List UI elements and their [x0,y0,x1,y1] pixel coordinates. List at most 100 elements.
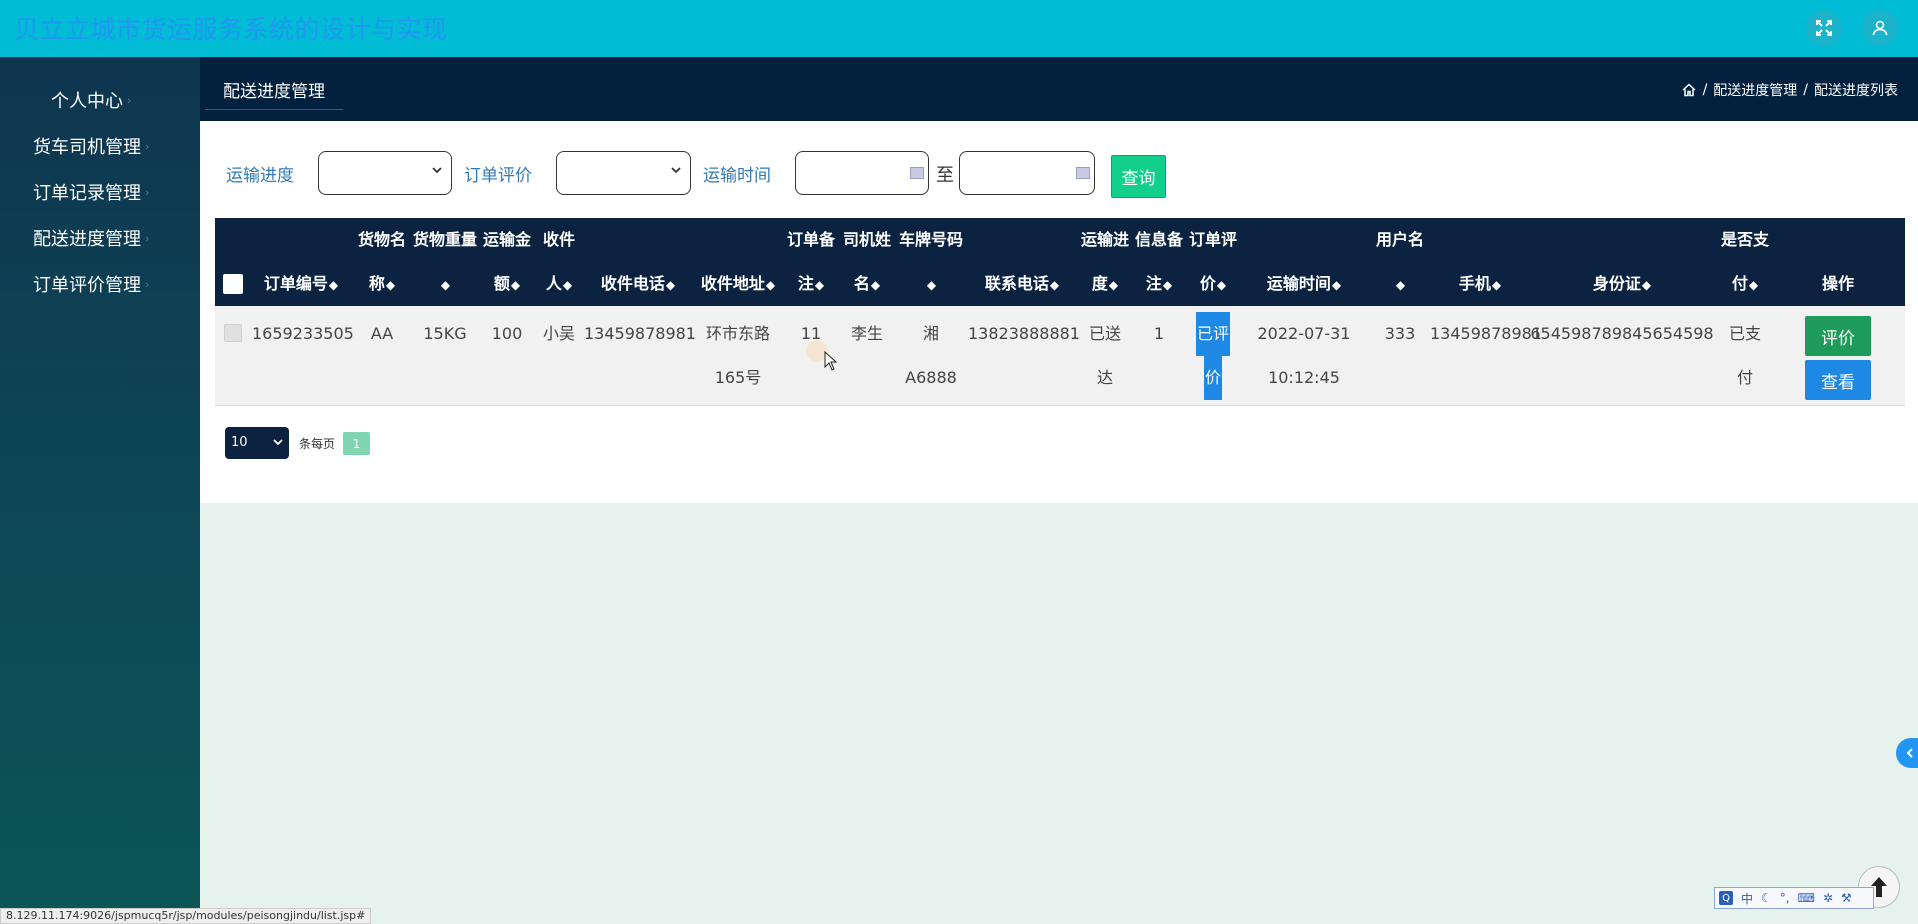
col-driver[interactable]: 名◆ [840,262,894,307]
sidebar-item-order-records[interactable]: 订单记录管理 › [0,172,200,212]
col-rating[interactable]: 价◆ [1186,262,1240,307]
col-label: 注 [797,274,814,293]
page-number-1[interactable]: 1 [343,432,370,455]
sort-icon[interactable]: ◆ [666,278,675,292]
top-bar: 贝立立城市货运服务系统的设计与实现 [0,0,1918,57]
range-to-label: 至 [936,165,954,186]
sort-icon[interactable]: ◆ [1109,278,1118,292]
sort-icon[interactable]: ◆ [1332,278,1341,292]
progress-select[interactable] [318,151,452,195]
breadcrumb-separator: / [1702,82,1708,98]
keyboard-icon[interactable]: ⌨ [1798,891,1815,905]
sort-icon[interactable]: ◆ [441,278,450,292]
status-bar-url: 8.129.11.174:9026/jspmucq5r/jsp/modules/… [0,908,372,924]
cell-progress-line2: 达 [1096,368,1113,387]
col-label: 注 [1145,274,1162,293]
calendar-icon[interactable] [910,167,924,179]
sidebar-item-personal-center[interactable]: 个人中心 › [0,80,200,120]
cell-rating-line1: 已评 [1186,312,1240,356]
col-recipient[interactable]: 人◆ [536,262,582,307]
cell-mobile: 13459878981 [1430,324,1542,343]
col-username[interactable]: ◆ [1368,262,1432,307]
cell-address-line2: 165号 [714,368,762,387]
query-button[interactable]: 查询 [1111,155,1166,198]
col-paid[interactable]: 付◆ [1718,262,1772,307]
chevron-right-icon: › [127,93,132,107]
collapse-toggle[interactable] [1896,738,1918,768]
fullscreen-button[interactable] [1806,10,1842,46]
sort-icon[interactable]: ◆ [871,278,880,292]
col-recipient-phone[interactable]: 收件电话◆ [584,262,692,307]
ime-toolbar[interactable]: Q 中 ☾ °, ⌨ ✲ ⚒ [1714,887,1874,909]
sidebar-item-delivery-progress[interactable]: 配送进度管理 › [0,218,200,258]
col-label: 收件地址 [700,274,765,293]
col-weight[interactable]: ◆ [410,262,480,307]
home-icon[interactable] [1681,82,1697,98]
sort-icon[interactable]: ◆ [1163,278,1172,292]
col-mobile[interactable]: 手机◆ [1434,262,1526,307]
sort-icon[interactable]: ◆ [927,278,936,292]
col-driver-l1: 司机姓 [842,230,891,249]
sidebar-item-order-ratings[interactable]: 订单评价管理 › [0,264,200,304]
sort-icon[interactable]: ◆ [815,278,824,292]
ime-mode-label[interactable]: 中 [1741,890,1753,907]
evaluate-button[interactable]: 评价 [1805,316,1871,356]
col-goods-name[interactable]: 称◆ [356,262,408,307]
col-label: 价 [1199,274,1216,293]
cell-recipient: 小吴 [542,324,575,343]
calendar-icon[interactable] [1076,167,1090,179]
sort-icon[interactable]: ◆ [766,278,775,292]
col-label: 收件电话 [600,274,665,293]
settings-icon[interactable]: ✲ [1823,891,1833,905]
ime-logo-icon: Q [1719,891,1733,905]
col-label: 联系电话 [984,274,1049,293]
col-label: 运输时间 [1266,274,1331,293]
rating-select[interactable] [556,151,691,195]
wrench-icon[interactable]: ⚒ [1841,891,1852,905]
col-plate[interactable]: ◆ [896,262,966,307]
col-transport-time[interactable]: 运输时间◆ [1242,262,1366,307]
sort-icon[interactable]: ◆ [1642,278,1651,292]
row-checkbox[interactable] [224,324,242,342]
col-amount[interactable]: 额◆ [480,262,534,307]
chevron-down-icon [432,167,442,174]
select-all-checkbox[interactable] [223,274,243,294]
col-order-no[interactable]: 订单编号◆ [252,262,350,307]
sort-icon[interactable]: ◆ [563,278,572,292]
sort-icon[interactable]: ◆ [1492,278,1501,292]
punctuation-icon[interactable]: °, [1780,891,1790,905]
sort-icon[interactable]: ◆ [511,278,520,292]
user-icon [1872,20,1888,36]
progress-filter-label: 运输进度 [226,166,294,186]
tab-delivery-progress[interactable]: 配送进度管理 [205,70,343,110]
col-id-card[interactable]: 身份证◆ [1528,262,1716,307]
view-button[interactable]: 查看 [1805,360,1871,400]
sort-icon[interactable]: ◆ [1396,278,1405,292]
sidebar-item-label: 订单记录管理 [33,183,141,204]
sort-icon[interactable]: ◆ [1217,278,1226,292]
chevron-right-icon: › [145,139,150,153]
col-info-note[interactable]: 注◆ [1134,262,1184,307]
col-label: 身份证 [1592,274,1641,293]
cell-recipient-phone: 13459878981 [584,324,696,343]
sort-icon[interactable]: ◆ [1050,278,1059,292]
breadcrumb-level1[interactable]: 配送进度管理 [1713,80,1797,100]
user-button[interactable] [1862,10,1898,46]
page-size-select[interactable]: 10 [225,427,289,459]
sort-icon[interactable]: ◆ [386,278,395,292]
col-address[interactable]: 收件地址◆ [694,262,782,307]
col-username-l1: 用户名 [1375,230,1424,249]
time-from-input[interactable] [795,151,929,195]
sort-icon[interactable]: ◆ [1749,278,1758,292]
sidebar-item-truck-drivers[interactable]: 货车司机管理 › [0,126,200,166]
time-to-input[interactable] [959,151,1095,195]
col-progress[interactable]: 度◆ [1078,262,1132,307]
breadcrumb: / 配送进度管理 / 配送进度列表 [1681,80,1898,100]
moon-icon[interactable]: ☾ [1761,891,1772,905]
col-contact-phone[interactable]: 联系电话◆ [968,262,1076,307]
sort-icon[interactable]: ◆ [329,278,338,292]
cell-address-line1: 环市东路 [705,324,770,343]
col-order-note[interactable]: 注◆ [784,262,838,307]
col-label: 名 [853,274,870,293]
col-label: 付 [1731,274,1748,293]
